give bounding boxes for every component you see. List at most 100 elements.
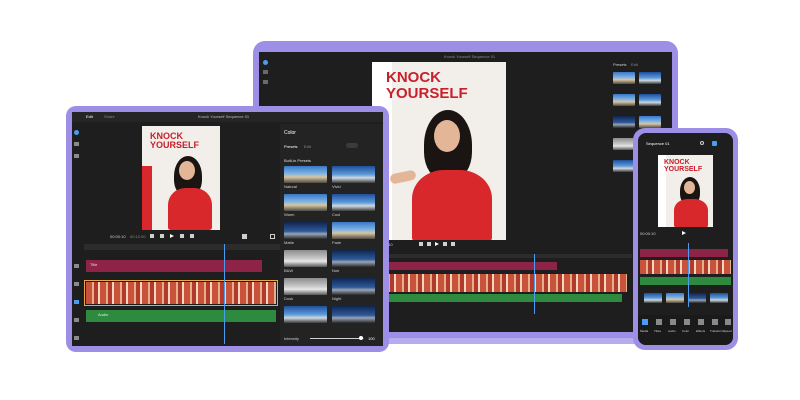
phone-preset-thumb[interactable] [688,293,706,303]
intensity-slider-fill [310,338,362,339]
phone-title-clip[interactable] [640,249,728,257]
phone-timeline[interactable] [640,243,731,307]
media-icon[interactable] [642,319,648,325]
color-icon[interactable] [74,300,79,304]
play-icon[interactable] [435,242,439,246]
phone-tab-titles[interactable]: Titles [654,329,661,333]
tablet-preset-section[interactable]: Built-in Presets [284,158,311,163]
audio-icon[interactable] [74,282,79,286]
transform-icon[interactable] [712,319,718,325]
phone-audio-clip[interactable] [640,277,731,285]
step-back-icon[interactable] [419,242,423,246]
phone-tab-color[interactable]: Color [682,329,689,333]
tablet-panel-tab-presets[interactable]: Presets [284,144,298,149]
tablet-transport-controls [150,234,210,240]
speed-icon[interactable] [74,336,79,340]
phone-bottom-bar: Media Titles Audio Color Effects Transfo… [638,315,733,345]
preset-thumb-cool[interactable] [332,194,375,211]
phone-timecode: 00:00:10 [640,231,656,236]
play-icon[interactable] [170,234,174,238]
media-icon[interactable] [263,80,268,84]
fullscreen-icon[interactable] [270,234,275,239]
preset-thumb[interactable] [284,306,327,323]
forward-icon[interactable] [443,242,447,246]
tablet-video-clip[interactable] [86,282,276,304]
color-icon[interactable] [684,319,690,325]
tablet-title-clip[interactable] [86,260,262,272]
phone-tab-transform[interactable]: Transform [710,329,724,333]
phone-tab-media[interactable]: Media [640,329,648,333]
preset-thumb-vivid[interactable] [332,166,375,183]
laptop-panel-tab-presets[interactable]: Presets [613,62,627,67]
laptop-video-clip[interactable] [382,274,627,292]
play-icon[interactable] [682,231,686,235]
preset-thumb-noir[interactable] [332,250,375,267]
titles-icon[interactable] [656,319,662,325]
phone-video-clip[interactable] [640,260,731,274]
preset-label: Fade [332,240,342,245]
phone-preset-thumb[interactable] [710,293,728,303]
speed-icon[interactable] [725,319,731,325]
laptop-preset-thumb[interactable] [613,94,635,106]
tablet-tab-share[interactable]: Share [104,114,115,119]
tablet-color-panel: Color Presets Edit Built-in Presets Natu… [280,124,383,346]
text-icon[interactable] [74,264,79,268]
phone-preset-thumb[interactable] [644,293,662,303]
preset-thumb-fade[interactable] [332,222,375,239]
laptop-playhead[interactable] [534,254,535,314]
intensity-slider-handle[interactable] [359,336,364,340]
preset-thumb-warm[interactable] [284,194,327,211]
preset-thumb-bw[interactable] [284,250,327,267]
laptop-preset-thumb[interactable] [613,72,635,84]
phone-playhead[interactable] [688,243,689,307]
home-icon[interactable] [263,60,268,65]
folder-icon[interactable] [263,70,268,74]
preset-thumb-natural[interactable] [284,166,327,183]
tablet-panel-toggle[interactable] [346,143,358,148]
laptop-preset-thumb[interactable] [639,72,661,84]
laptop-panel-tab-edit[interactable]: Edit [631,62,638,67]
effects-icon[interactable] [698,319,704,325]
folder-icon[interactable] [74,142,79,146]
tablet-playhead[interactable] [224,244,225,344]
step-back-icon[interactable] [150,234,154,238]
tablet-title-clip-label: Title [90,262,98,267]
step-forward-icon[interactable] [190,234,194,238]
forward-icon[interactable] [180,234,184,238]
preset-thumb-matte[interactable] [284,222,327,239]
home-icon[interactable] [74,130,79,135]
audio-icon[interactable] [670,319,676,325]
preset-thumb-dusk[interactable] [284,278,327,295]
laptop-timeline[interactable] [372,254,632,314]
phone-preset-thumb[interactable] [666,293,684,303]
tablet-video-preview[interactable]: KNOCK YOURSELF [142,126,220,230]
laptop-video-title: KNOCK YOURSELF [386,69,468,102]
phone-tab-audio[interactable]: Audio [668,329,676,333]
share-icon[interactable] [712,141,717,146]
rewind-icon[interactable] [427,242,431,246]
phone-tab-speed[interactable]: Speed [723,329,732,333]
laptop-title-clip[interactable] [382,262,557,270]
laptop-preset-thumb[interactable] [613,138,635,150]
phone-video-preview[interactable]: KNOCK YOURSELF [658,155,713,227]
tablet-timeline[interactable]: Title Audio [84,244,280,344]
laptop-preset-thumb[interactable] [613,116,635,128]
laptop-audio-clip[interactable] [382,294,622,302]
tablet-audio-clip[interactable] [86,310,276,322]
undo-icon[interactable] [700,141,704,145]
preset-thumb-night[interactable] [332,278,375,295]
volume-icon[interactable] [242,234,247,239]
transform-icon[interactable] [74,318,79,322]
tablet-window-title: Knock Yourself Sequence 01 [198,114,250,119]
rewind-icon[interactable] [160,234,164,238]
laptop-preset-thumb[interactable] [639,116,661,128]
laptop-preset-thumb[interactable] [639,94,661,106]
step-forward-icon[interactable] [451,242,455,246]
laptop-video-preview[interactable]: KNOCK YOURSELF [372,62,506,240]
tablet-panel-tab-edit[interactable]: Edit [304,144,311,149]
phone-tab-effects[interactable]: Effects [696,329,705,333]
laptop-preset-thumb[interactable] [613,160,635,172]
preset-thumb[interactable] [332,306,375,323]
media-icon[interactable] [74,154,79,158]
tablet-tab-edit[interactable]: Edit [86,114,93,119]
